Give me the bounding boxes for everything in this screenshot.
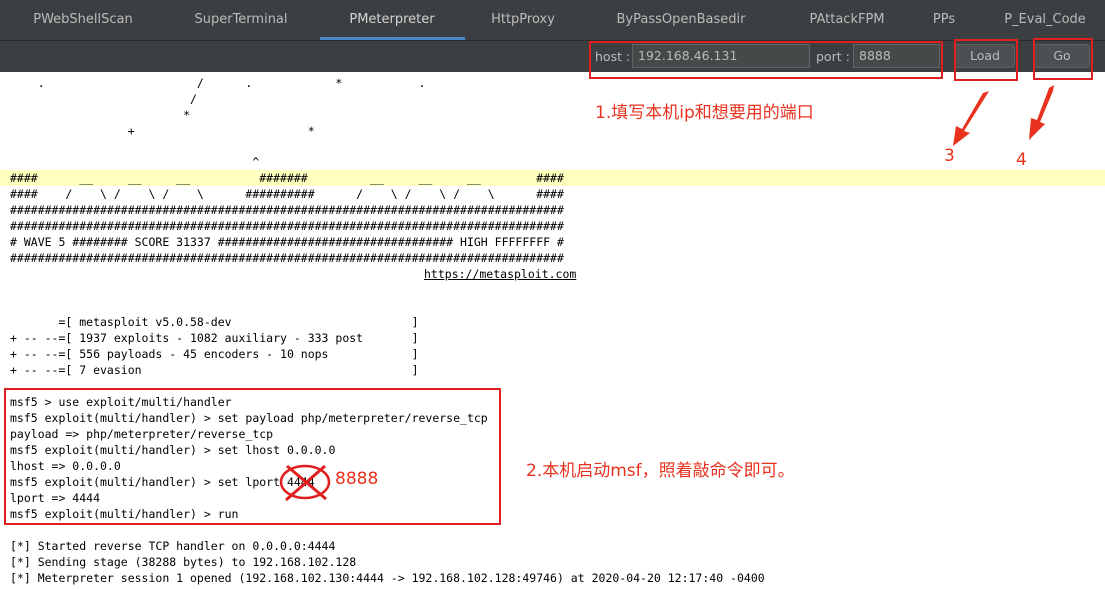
- banner-line: ########################################…: [10, 251, 564, 265]
- host-port-highlight-box: [589, 41, 943, 79]
- banner-line: # WAVE 5 ######## SCORE 31337 ##########…: [10, 235, 564, 249]
- info-line: + -- --=[ 7 evasion ]: [10, 363, 419, 377]
- banner-line: #### __ __ __ ####### __ __ __ ####: [10, 171, 564, 185]
- go-highlight-box: [1033, 38, 1093, 80]
- banner-line: . / . * .: [10, 76, 426, 90]
- banner-line: *: [10, 108, 191, 122]
- banner-line: + *: [10, 124, 315, 138]
- tab-superterminal[interactable]: SuperTerminal: [180, 0, 301, 40]
- tab-bypassopenbasedir[interactable]: ByPassOpenBasedir: [603, 0, 760, 40]
- port-override-annotation: 8888: [335, 469, 379, 489]
- tab-pps[interactable]: PPs: [919, 0, 969, 40]
- info-line: + -- --=[ 1937 exploits - 1082 auxiliary…: [10, 331, 419, 345]
- load-highlight-box: [954, 39, 1018, 81]
- banner-line: ########################################…: [10, 203, 564, 217]
- banner-line: /: [10, 92, 197, 106]
- commands-highlight-box: [4, 388, 501, 525]
- output-line: [*] Started reverse TCP handler on 0.0.0…: [10, 539, 336, 553]
- banner-line: ########################################…: [10, 219, 564, 233]
- tab-pmeterpreter[interactable]: PMeterpreter: [335, 0, 448, 40]
- info-line: + -- --=[ 556 payloads - 45 encoders - 1…: [10, 347, 419, 361]
- tab-bar: PWebShellScan SuperTerminal PMeterpreter…: [0, 0, 1105, 40]
- tab-p-eval-code[interactable]: P_Eval_Code: [990, 0, 1100, 40]
- step4-annotation: 4: [1016, 150, 1027, 170]
- step1-annotation: 1.填写本机ip和想要用的端口: [595, 103, 814, 123]
- metasploit-link[interactable]: https://metasploit.com: [424, 266, 576, 282]
- step3-annotation: 3: [944, 146, 955, 166]
- banner-line: ^: [10, 155, 260, 169]
- output-line: [*] Meterpreter session 1 opened (192.16…: [10, 571, 765, 585]
- banner-line: #### / \ / \ / \ ########## / \ / \ / \ …: [10, 187, 564, 201]
- output-line: [*] Sending stage (38288 bytes) to 192.1…: [10, 555, 357, 569]
- tab-httpproxy[interactable]: HttpProxy: [477, 0, 569, 40]
- step2-annotation: 2.本机启动msf，照着敲命令即可。: [526, 461, 795, 481]
- tab-pwebshellscan[interactable]: PWebShellScan: [19, 0, 147, 40]
- tab-pattackfpm[interactable]: PAttackFPM: [795, 0, 898, 40]
- info-line: =[ metasploit v5.0.58-dev ]: [10, 315, 419, 329]
